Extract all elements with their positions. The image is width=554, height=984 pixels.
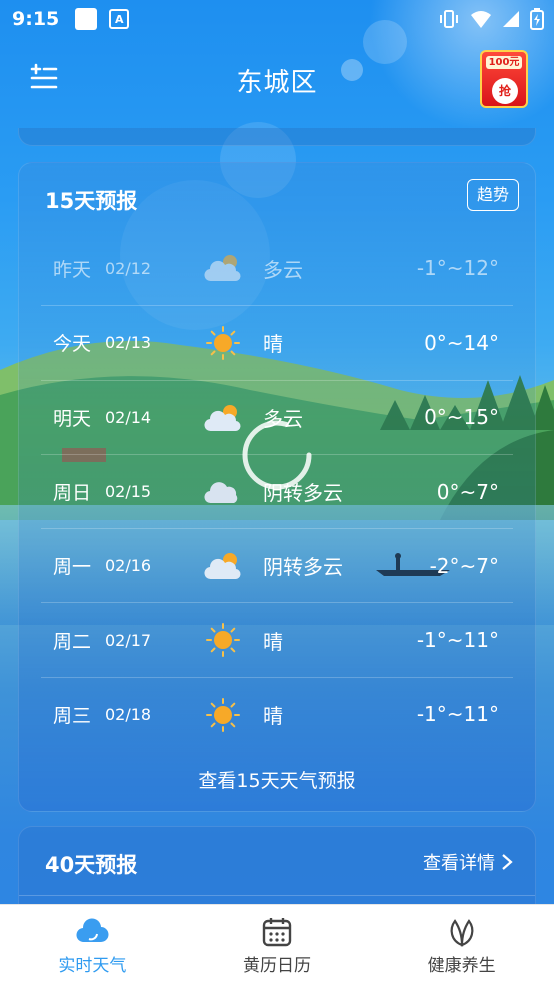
promo-red-packet[interactable]: 100元 抢 [480, 50, 528, 108]
forecast-condition: 晴 [263, 332, 283, 357]
tab-health[interactable]: 健康养生 [369, 905, 554, 984]
forecast-row[interactable]: 周一 02/16 阴转多云 -2°~7° [41, 528, 513, 602]
forecast-40-detail-link[interactable]: 查看详情 [423, 849, 513, 875]
forecast-condition: 晴 [263, 703, 283, 728]
forecast-temp: -2°~7° [429, 553, 499, 578]
view-15-day-button[interactable]: 查看15天天气预报 [19, 766, 535, 793]
promo-amount: 100元 [486, 56, 522, 69]
forecast-temp: 0°~7° [436, 479, 499, 504]
forecast-temp: 0°~14° [424, 330, 499, 355]
forecast-date: 02/17 [105, 630, 152, 650]
forecast-row[interactable]: 今天 02/13 晴 0°~14° [41, 305, 513, 379]
signal-icon [503, 11, 519, 27]
chevron-right-icon [502, 854, 513, 870]
notification-a-icon: A [109, 9, 130, 29]
forecast-40-title: 40天预报 [45, 853, 138, 877]
vibrate-icon [440, 10, 458, 28]
forecast-date: 02/15 [105, 482, 152, 502]
forecast-date: 02/14 [105, 407, 152, 427]
battery-icon [530, 8, 544, 30]
status-time: 9:15 [12, 8, 60, 30]
forecast-day: 周日 [53, 482, 92, 505]
header: 东城区 100元 抢 [0, 50, 554, 110]
partly-cloudy-icon [204, 255, 241, 282]
sun-icon [206, 326, 240, 361]
forecast-temp: -1°~12° [416, 256, 499, 281]
forecast-condition: 多云 [263, 257, 303, 282]
promo-coin: 抢 [492, 78, 518, 104]
forecast-day: 今天 [53, 333, 92, 356]
forecast-row[interactable]: 周二 02/17 晴 -1°~11° [41, 602, 513, 676]
trend-button[interactable]: 趋势 [467, 179, 519, 211]
partly-cloudy-icon [204, 553, 241, 580]
tab-label: 实时天气 [58, 956, 127, 976]
forecast-day: 明天 [53, 407, 92, 430]
detail-label: 查看详情 [423, 853, 495, 874]
forecast-date: 02/16 [105, 556, 152, 576]
forecast-15-title: 15天预报 [45, 189, 138, 213]
forecast-condition: 晴 [263, 629, 283, 654]
forecast-day: 周三 [53, 704, 92, 727]
city-name[interactable]: 东城区 [0, 62, 554, 99]
previous-card-edge [18, 128, 536, 146]
tab-label: 健康养生 [427, 956, 496, 976]
cloud-icon [204, 482, 238, 503]
cloud-tab-icon [76, 918, 109, 943]
forecast-day: 周二 [53, 630, 92, 653]
tab-almanac-calendar[interactable]: 黄历日历 [185, 905, 370, 984]
bottom-tab-bar: 实时天气 黄历日历 健康养生 [0, 904, 554, 984]
forecast-date: 02/13 [105, 333, 152, 353]
forecast-day: 周一 [53, 556, 92, 579]
forecast-date: 02/18 [105, 704, 152, 724]
forecast-temp: -1°~11° [416, 628, 499, 653]
forecast-day: 昨天 [53, 258, 92, 281]
forecast-row[interactable]: 昨天 02/12 多云 -1°~12° [41, 231, 513, 305]
forecast-date: 02/12 [105, 258, 152, 278]
notification-app-icon [75, 8, 98, 30]
wifi-icon [471, 11, 491, 28]
partly-cloudy-icon [204, 404, 241, 431]
tab-label: 黄历日历 [243, 956, 311, 976]
tab-realtime-weather[interactable]: 实时天气 [0, 905, 185, 984]
sun-icon [206, 623, 240, 658]
calendar-icon [262, 918, 292, 947]
sun-icon [206, 697, 240, 732]
status-bar: 9:15 A [0, 0, 554, 38]
divider [19, 895, 535, 896]
leaf-icon [450, 919, 474, 947]
forecast-row[interactable]: 周三 02/18 晴 -1°~11° [41, 676, 513, 751]
forecast-temp: -1°~11° [416, 702, 499, 727]
forecast-temp: 0°~15° [424, 405, 499, 430]
loading-spinner-icon [242, 420, 312, 490]
forecast-condition: 阴转多云 [263, 555, 343, 580]
